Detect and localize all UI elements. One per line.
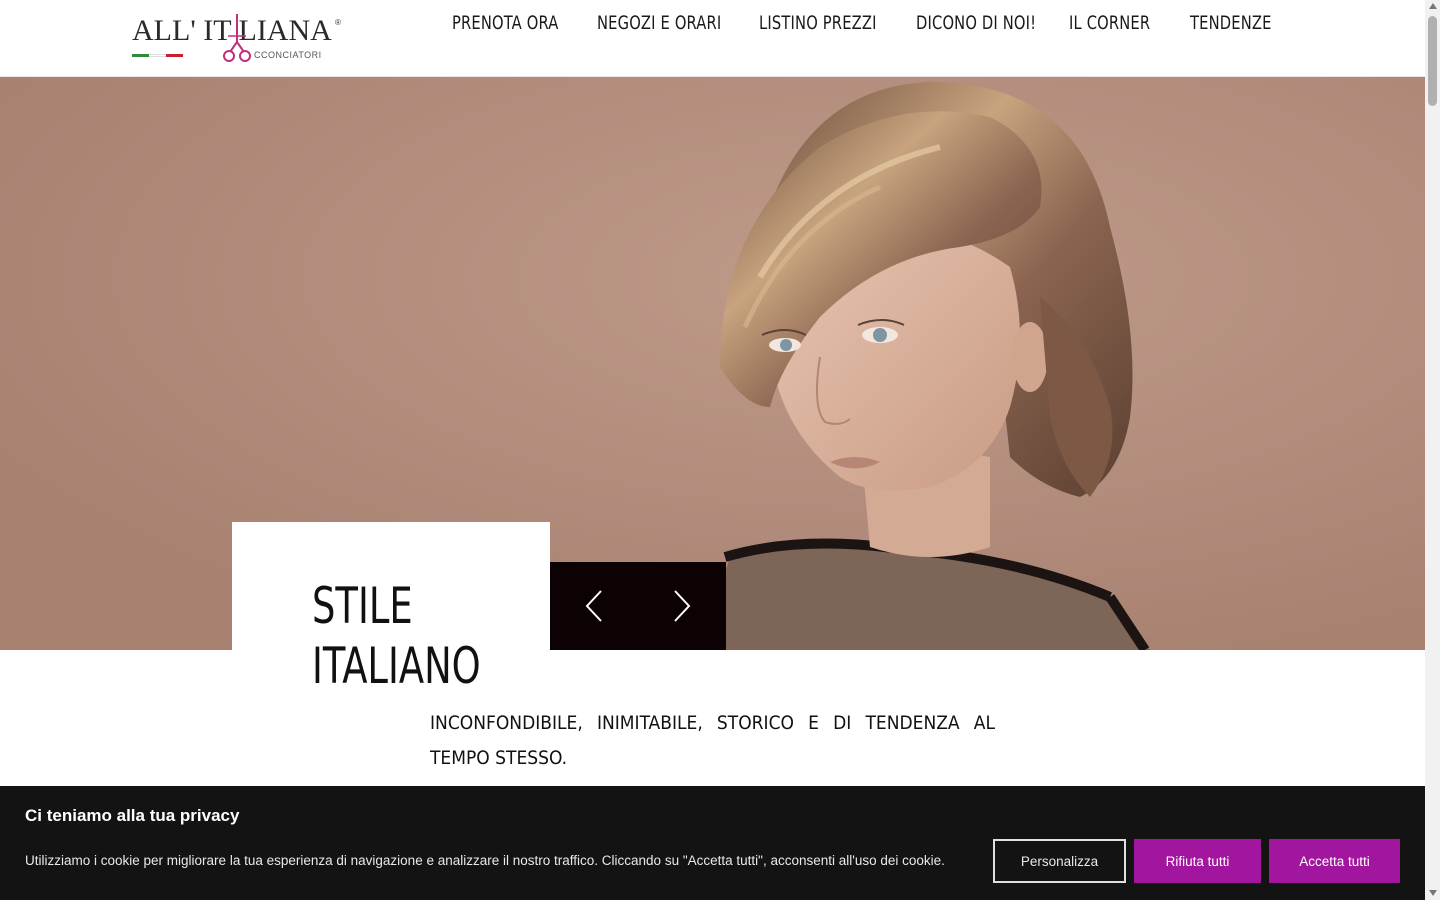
nav-item-prenota-ora[interactable]: PRENOTA ORA: [452, 12, 558, 34]
registered-mark: ®: [335, 18, 341, 27]
site-header: ALL' IT LIANA ® CCONCIATORI PRENOTA ORA …: [0, 0, 1425, 77]
nav-item-dicono-di-noi[interactable]: DICONO DI NOI!: [916, 12, 1036, 34]
slider-controls: [550, 562, 726, 650]
intro-text: INCONFONDIBILE, INIMITABILE, STORICO E D…: [430, 712, 995, 769]
cookie-title: Ci teniamo alla tua privacy: [25, 806, 240, 825]
reject-all-button[interactable]: Rifiuta tutti: [1134, 839, 1261, 883]
scroll-thumb[interactable]: [1428, 16, 1437, 106]
page-scrollbar[interactable]: [1425, 0, 1440, 900]
cookie-message: Utilizziamo i cookie per migliorare la t…: [25, 853, 945, 868]
nav-item-listino-prezzi[interactable]: LISTINO PREZZI: [759, 12, 877, 34]
scroll-down-arrow-icon[interactable]: [1428, 890, 1437, 896]
brand-logo[interactable]: ALL' IT LIANA ® CCONCIATORI: [132, 12, 342, 64]
brand-subtitle: CCONCIATORI: [254, 50, 322, 60]
cookie-banner: Ci teniamo alla tua privacy Utilizziamo …: [0, 786, 1425, 900]
slide-caption-line1: STILE: [312, 577, 413, 635]
nav-item-il-corner[interactable]: IL CORNER: [1069, 12, 1150, 34]
slide-caption-title: STILE ITALIANO: [312, 576, 481, 696]
slide-caption-line2: ITALIANO: [312, 637, 481, 695]
chevron-right-icon: [674, 590, 691, 622]
slider-prev-button[interactable]: [550, 562, 638, 650]
italian-flag-icon: [132, 44, 184, 57]
scissors-icon: [223, 14, 251, 62]
customize-cookies-button[interactable]: Personalizza: [993, 839, 1126, 883]
nav-item-tendenze[interactable]: TENDENZE: [1190, 12, 1272, 34]
chevron-left-icon: [585, 590, 602, 622]
nav-item-negozi-e-orari[interactable]: NEGOZI E ORARI: [597, 12, 721, 34]
scroll-up-arrow-icon[interactable]: [1428, 3, 1437, 9]
accept-all-button[interactable]: Accetta tutti: [1269, 839, 1400, 883]
slider-next-button[interactable]: [638, 562, 726, 650]
